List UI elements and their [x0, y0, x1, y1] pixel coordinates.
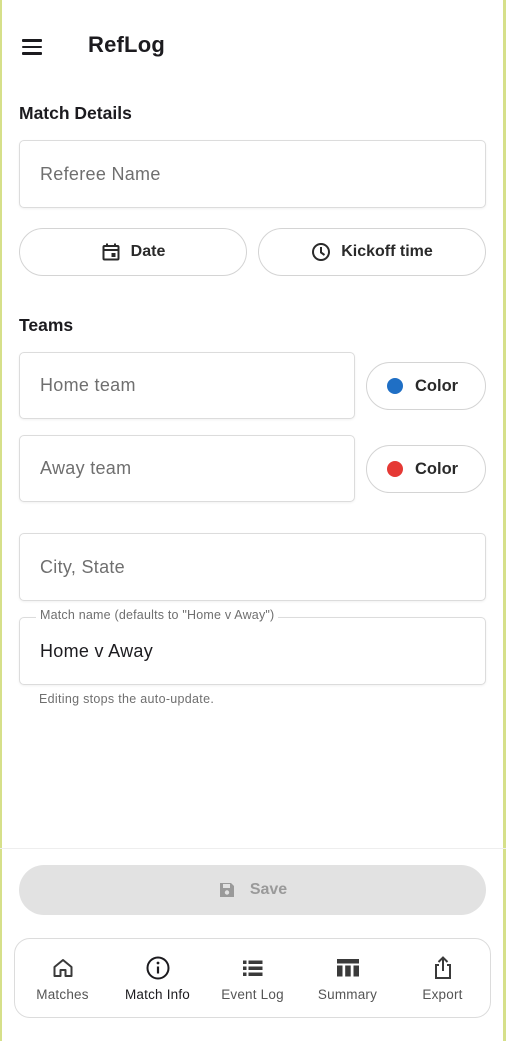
nav-label-event-log: Event Log — [221, 987, 284, 1002]
table-icon — [336, 959, 359, 977]
save-icon — [219, 883, 234, 897]
nav-label-match-info: Match Info — [124, 987, 191, 1002]
home-color-button[interactable]: Color — [366, 362, 486, 410]
menu-icon[interactable] — [18, 34, 48, 60]
match-name-value: Home v Away — [40, 641, 154, 661]
referee-name-field[interactable]: Referee Name — [19, 140, 486, 208]
date-button[interactable]: Date — [19, 228, 247, 276]
save-button[interactable]: Save — [19, 865, 486, 915]
app-bar: RefLog — [0, 0, 506, 92]
match-details-heading: Match Details — [19, 103, 132, 123]
away-team-placeholder: Away team — [40, 458, 132, 478]
date-label: Date — [130, 243, 166, 260]
away-team-field[interactable]: Away team — [19, 435, 355, 502]
away-color-button[interactable]: Color — [366, 445, 486, 493]
nav-item-export[interactable]: Export — [395, 939, 490, 1017]
list-icon — [242, 960, 262, 976]
calendar-icon — [102, 243, 120, 261]
away-color-swatch — [387, 461, 403, 477]
teams-heading: Teams — [19, 315, 74, 335]
nav-label-export: Export — [422, 987, 463, 1002]
match-name-label: Match name (defaults to "Home v Away") — [36, 608, 279, 622]
nav-item-matches[interactable]: Matches — [15, 939, 110, 1017]
city-state-placeholder: City, State — [40, 557, 125, 577]
home-color-label: Color — [415, 376, 459, 395]
home-color-swatch — [387, 378, 403, 394]
kickoff-time-button[interactable]: Kickoff time — [258, 228, 486, 276]
app-title: RefLog — [88, 32, 165, 57]
match-name-helper-text: Editing stops the auto-update. — [39, 692, 215, 706]
kickoff-time-label: Kickoff time — [341, 243, 433, 260]
nav-label-matches: Matches — [36, 987, 89, 1002]
away-color-label: Color — [415, 459, 459, 478]
clock-icon — [312, 243, 331, 261]
home-team-field[interactable]: Home team — [19, 352, 355, 419]
nav-item-event-log[interactable]: Event Log — [205, 939, 300, 1017]
nav-item-match-info[interactable]: Match Info — [110, 939, 205, 1017]
nav-label-summary: Summary — [317, 987, 378, 1002]
footer-divider — [0, 848, 506, 849]
home-team-placeholder: Home team — [40, 375, 136, 395]
referee-name-placeholder: Referee Name — [40, 164, 161, 184]
save-label: Save — [249, 881, 288, 898]
share-icon — [434, 956, 451, 979]
match-name-field[interactable]: Match name (defaults to "Home v Away") H… — [19, 608, 486, 685]
window-frame-left — [0, 0, 2, 1041]
bottom-navigation: Matches Match Info Event Log Summary Exp… — [14, 938, 491, 1018]
info-icon — [146, 956, 169, 980]
nav-item-summary[interactable]: Summary — [300, 939, 395, 1017]
city-state-field[interactable]: City, State — [19, 533, 486, 601]
home-icon — [53, 959, 72, 977]
